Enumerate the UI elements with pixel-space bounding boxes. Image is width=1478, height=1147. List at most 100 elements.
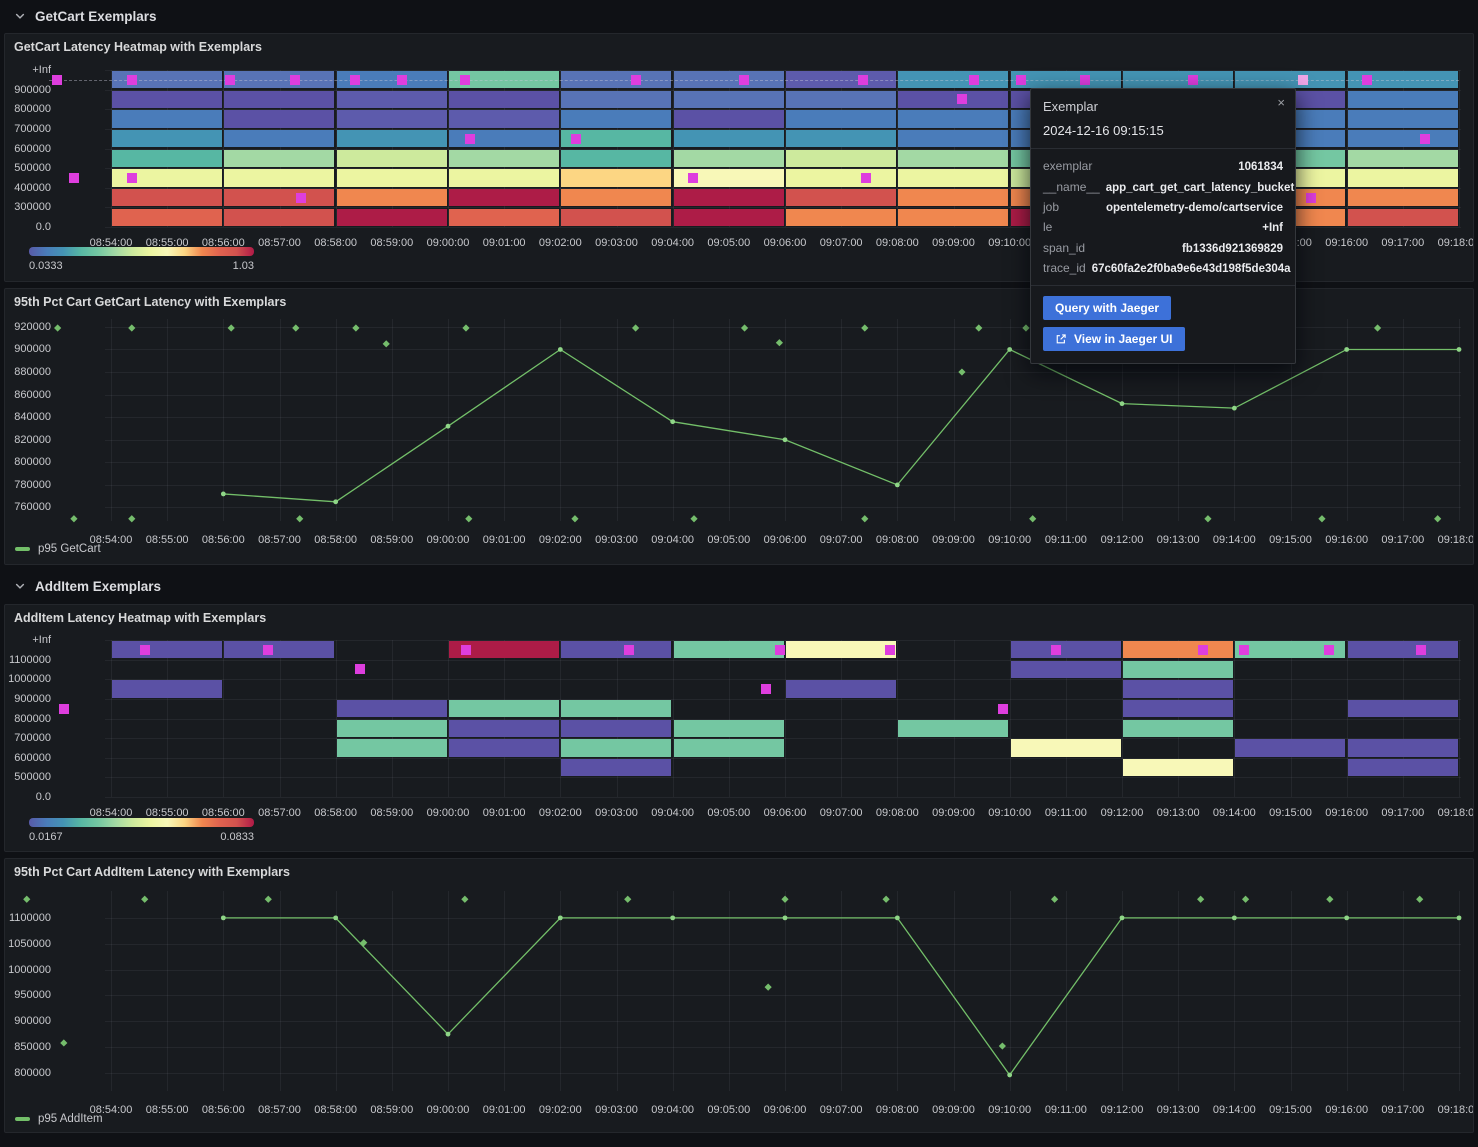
heatmap-cell[interactable] [898, 150, 1008, 167]
heatmap-cell[interactable] [1011, 641, 1121, 658]
heatmap-cell[interactable] [674, 209, 784, 226]
section-header-additem[interactable]: AddItem Exemplars [0, 572, 1478, 600]
panel-title[interactable]: GetCart Latency Heatmap with Exemplars [14, 40, 262, 54]
heatmap-cell[interactable] [561, 720, 671, 737]
heatmap-cell[interactable] [1123, 661, 1233, 678]
exemplar-marker[interactable] [290, 75, 300, 85]
exemplar-marker[interactable] [59, 704, 69, 714]
query-with-jaeger-button[interactable]: Query with Jaeger [1043, 296, 1171, 320]
section-header-getcart[interactable]: GetCart Exemplars [0, 2, 1478, 30]
exemplar-marker[interactable] [355, 664, 365, 674]
heatmap-cell[interactable] [561, 739, 671, 756]
heatmap-cell[interactable] [898, 91, 1008, 108]
heatmap-cell[interactable] [674, 641, 784, 658]
heatmap-cell[interactable] [561, 110, 671, 127]
exemplar-marker[interactable] [957, 94, 967, 104]
heatmap-cell[interactable] [674, 189, 784, 206]
heatmap-cell[interactable] [449, 739, 559, 756]
exemplar-marker[interactable] [631, 75, 641, 85]
panel-title[interactable]: 95th Pct Cart GetCart Latency with Exemp… [14, 295, 286, 309]
heatmap-cell[interactable] [786, 150, 896, 167]
heatmap-cell[interactable] [224, 150, 334, 167]
exemplar-marker[interactable] [885, 645, 895, 655]
close-icon[interactable]: × [1277, 96, 1285, 109]
exemplar-marker[interactable] [1362, 75, 1372, 85]
exemplar-marker[interactable] [1416, 645, 1426, 655]
heatmap-cell[interactable] [898, 720, 1008, 737]
heatmap-cell[interactable] [337, 150, 447, 167]
heatmap-cell[interactable] [898, 209, 1008, 226]
exemplar-marker[interactable] [140, 645, 150, 655]
heatmap-cell[interactable] [898, 189, 1008, 206]
heatmap-cell[interactable] [786, 209, 896, 226]
heatmap-cell[interactable] [449, 91, 559, 108]
exemplar-marker[interactable] [397, 75, 407, 85]
heatmap-cell[interactable] [1348, 110, 1458, 127]
panel-title[interactable]: AddItem Latency Heatmap with Exemplars [14, 611, 266, 625]
exemplar-marker[interactable] [688, 173, 698, 183]
exemplar-marker[interactable] [296, 193, 306, 203]
heatmap-cell[interactable] [112, 91, 222, 108]
heatmap-cell[interactable] [224, 130, 334, 147]
exemplar-marker[interactable] [1080, 75, 1090, 85]
exemplar-marker[interactable] [969, 75, 979, 85]
heatmap-cell[interactable] [561, 150, 671, 167]
heatmap-cell[interactable] [561, 759, 671, 776]
heatmap-cell[interactable] [1123, 680, 1233, 697]
exemplar-marker-selected[interactable] [1298, 75, 1308, 85]
heatmap-cell[interactable] [337, 110, 447, 127]
heatmap-cell[interactable] [1348, 759, 1458, 776]
heatmap-cell[interactable] [337, 739, 447, 756]
heatmap-cell[interactable] [898, 130, 1008, 147]
heatmap-cell[interactable] [337, 720, 447, 737]
panel-title[interactable]: 95th Pct Cart AddItem Latency with Exemp… [14, 865, 290, 879]
heatmap-cell[interactable] [561, 169, 671, 186]
heatmap-cell[interactable] [337, 189, 447, 206]
heatmap-cell[interactable] [1348, 209, 1458, 226]
exemplar-marker[interactable] [624, 645, 634, 655]
exemplar-marker[interactable] [1188, 75, 1198, 85]
exemplar-marker[interactable] [52, 75, 62, 85]
heatmap-cell[interactable] [449, 169, 559, 186]
heatmap-cell[interactable] [786, 91, 896, 108]
heatmap-cell[interactable] [786, 130, 896, 147]
chevron-down-icon[interactable] [14, 10, 26, 22]
heatmap-cell[interactable] [112, 130, 222, 147]
heatmap-cell[interactable] [1123, 641, 1233, 658]
heatmap-cell[interactable] [224, 110, 334, 127]
heatmap-cell[interactable] [561, 641, 671, 658]
heatmap-cell[interactable] [1123, 759, 1233, 776]
heatmap-cell[interactable] [224, 189, 334, 206]
heatmap-cell[interactable] [561, 91, 671, 108]
heatmap-cell[interactable] [786, 680, 896, 697]
heatmap-cell[interactable] [1348, 91, 1458, 108]
heatmap-cell[interactable] [337, 700, 447, 717]
heatmap-cell[interactable] [1348, 169, 1458, 186]
heatmap-cell[interactable] [674, 739, 784, 756]
exemplar-marker[interactable] [1420, 134, 1430, 144]
heatmap-cell[interactable] [449, 209, 559, 226]
exemplar-marker[interactable] [1051, 645, 1061, 655]
exemplar-marker[interactable] [460, 75, 470, 85]
heatmap-cell[interactable] [674, 150, 784, 167]
exemplar-marker[interactable] [461, 645, 471, 655]
exemplar-marker[interactable] [1306, 193, 1316, 203]
heatmap-cell[interactable] [224, 169, 334, 186]
heatmap-cell[interactable] [1348, 189, 1458, 206]
heatmap-cell[interactable] [449, 189, 559, 206]
exemplar-marker[interactable] [465, 134, 475, 144]
heatmap-cell[interactable] [674, 110, 784, 127]
heatmap-cell[interactable] [898, 169, 1008, 186]
exemplar-marker[interactable] [263, 645, 273, 655]
heatmap-cell[interactable] [112, 641, 222, 658]
heatmap-cell[interactable] [337, 209, 447, 226]
exemplar-marker[interactable] [127, 75, 137, 85]
heatmap-cell[interactable] [224, 209, 334, 226]
exemplar-marker[interactable] [861, 173, 871, 183]
heatmap-cell[interactable] [1348, 641, 1458, 658]
heatmap-cell[interactable] [337, 91, 447, 108]
heatmap-cell[interactable] [1348, 130, 1458, 147]
heatmap-cell[interactable] [224, 91, 334, 108]
view-in-jaeger-button[interactable]: View in Jaeger UI [1043, 327, 1185, 351]
heatmap-cell[interactable] [112, 189, 222, 206]
